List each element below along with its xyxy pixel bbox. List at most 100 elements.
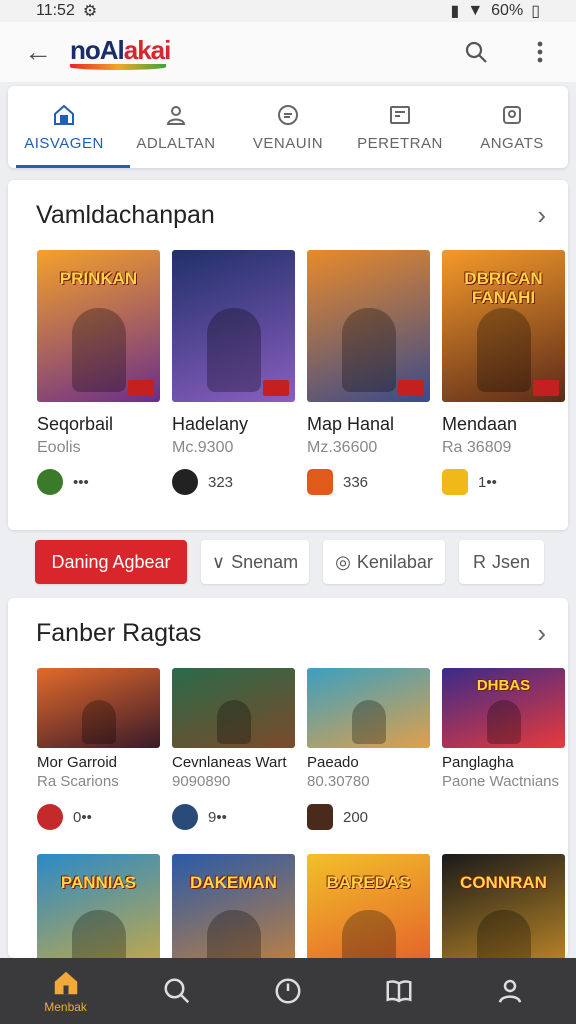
game-subtitle: Paone Wactnians	[442, 773, 560, 790]
search-icon[interactable]	[462, 38, 490, 66]
signal-icon: ▮	[450, 3, 460, 20]
logo-part2: akai	[123, 34, 172, 65]
nav-library[interactable]	[359, 976, 439, 1006]
thumbnail-title: DHBAS	[476, 677, 531, 694]
section-title: Vamldachanpan	[36, 200, 215, 229]
thumbnail-badge	[128, 380, 154, 396]
nav-search[interactable]	[137, 976, 217, 1006]
meta-text: 323	[208, 473, 234, 491]
tab-peretran[interactable]: PERETRAN	[344, 86, 456, 168]
chevron-down-icon: ∨	[211, 551, 226, 572]
target-icon: ◎	[335, 551, 351, 572]
home-icon	[54, 971, 77, 995]
nav-clock[interactable]	[248, 976, 328, 1006]
game-name: Cevnlaneas Wart	[172, 754, 287, 771]
chip-jsen[interactable]: R Jsen	[459, 540, 544, 584]
game-thumbnail	[172, 668, 295, 748]
game-card[interactable]: DHBAS Panglagha Paone Wactnians	[442, 668, 565, 830]
settings-icon: ⚙	[82, 3, 98, 20]
game-subtitle: Mz.36600	[307, 439, 378, 456]
game-card[interactable]: Map Hanal Mz.36600 336	[307, 250, 430, 495]
game-name: Seqorbail	[37, 414, 114, 434]
bottom-nav: Menbak	[0, 958, 576, 1024]
meta-text: •••	[73, 473, 89, 491]
meta-text: 336	[343, 473, 369, 491]
game-meta: 200	[307, 804, 430, 830]
tab-adlaltan[interactable]: ADLALTAN	[120, 86, 232, 168]
game-card[interactable]: Hadelany Mc.9300 323	[172, 250, 295, 495]
game-card[interactable]: DBRICAN FANAHI Mendaan Ra 36809 1••	[442, 250, 565, 495]
character-art	[206, 308, 261, 392]
section-title: Fanber Ragtas	[36, 618, 202, 647]
publisher-avatar	[442, 469, 468, 495]
badge-icon	[278, 104, 298, 125]
status-bar: 11:52 ⚙ ▮ ▼ 60% ▯	[0, 0, 576, 22]
battery-icon: ▯	[531, 3, 540, 20]
character-art	[341, 308, 396, 392]
chip-label: Kenilabar	[356, 551, 433, 572]
logo-part1: noAl	[70, 34, 125, 65]
publisher-avatar	[37, 804, 63, 830]
game-grid: PRINKAN Seqorbail Eoolis ••• Hadelany Mc.9300…	[8, 250, 568, 495]
chevron-right-icon[interactable]: ›	[537, 618, 546, 649]
tab-venauin[interactable]: VENAUIN	[232, 86, 344, 168]
character-art	[351, 700, 386, 744]
chip-prefix: R	[472, 551, 486, 572]
meta-text: 1••	[478, 473, 497, 491]
profile-icon	[499, 979, 522, 1003]
game-thumbnail: DHBAS	[442, 668, 565, 748]
game-name: Mendaan	[442, 414, 518, 434]
meta-text: 9••	[208, 808, 227, 826]
character-art	[486, 700, 521, 744]
game-card[interactable]: PRINKAN Seqorbail Eoolis •••	[37, 250, 160, 495]
app-logo: noAlakai	[70, 34, 172, 70]
game-card[interactable]: Paeado 80.30780 200	[307, 668, 430, 830]
chip-label: Jsen	[491, 551, 531, 572]
chevron-right-icon[interactable]: ›	[537, 200, 546, 231]
thumbnail-title: DBRICAN FANAHI	[464, 269, 543, 307]
game-name: Mor Garroid	[37, 754, 118, 771]
back-arrow-icon[interactable]: ←	[24, 36, 60, 68]
publisher-avatar	[37, 469, 63, 495]
tab-aisvagen[interactable]: AISVAGEN	[8, 86, 120, 168]
game-name: Hadelany	[172, 414, 249, 434]
wifi-icon: ▼	[467, 2, 484, 19]
logo-swoosh	[70, 63, 166, 70]
publisher-avatar	[442, 804, 468, 830]
tab-label: ADLALTAN	[136, 134, 216, 152]
publisher-avatar	[307, 469, 333, 495]
game-thumbnail: PRINKAN	[37, 250, 160, 402]
more-vert-icon[interactable]	[526, 38, 554, 66]
meta-text: 0••	[73, 808, 92, 826]
app-bar: ← noAlakai	[0, 22, 576, 82]
character-art	[476, 308, 531, 392]
meta-text: 200	[343, 808, 369, 826]
tab-angats[interactable]: ANGATS	[456, 86, 568, 168]
nav-profile[interactable]	[470, 976, 550, 1006]
thumbnail-badge	[533, 380, 559, 396]
popular-section: Fanber Ragtas › Mor Garroid Ra Scarions 0•…	[8, 598, 568, 1004]
game-subtitle: 9090890	[172, 773, 231, 790]
game-thumbnail	[307, 250, 430, 402]
chip-kenilabar[interactable]: ◎ Kenilabar	[323, 540, 445, 584]
thumbnail-title: PRINKAN	[59, 269, 138, 288]
game-meta: 336	[307, 469, 430, 495]
chip-snenam[interactable]: ∨ Snenam	[201, 540, 309, 584]
game-card[interactable]: Cevnlaneas Wart 9090890 9••	[172, 668, 295, 830]
active-tab-indicator	[16, 165, 130, 168]
game-subtitle: 80.30780	[307, 773, 370, 790]
game-name: Map Hanal	[307, 414, 395, 434]
nav-home[interactable]: Menbak	[26, 968, 106, 1014]
game-thumbnail	[172, 250, 295, 402]
publisher-avatar	[172, 804, 198, 830]
chip-primary[interactable]: Daning Agbear	[35, 540, 187, 584]
tab-label: ANGATS	[480, 134, 544, 152]
game-subtitle: Ra 36809	[442, 439, 512, 456]
chip-label: Snenam	[231, 551, 299, 572]
game-thumbnail	[37, 668, 160, 748]
filter-chips: Daning Agbear ∨ Snenam ◎ Kenilabar R Jse…	[35, 540, 544, 584]
game-thumbnail	[307, 668, 430, 748]
board-icon	[390, 105, 410, 124]
tag-icon	[503, 105, 521, 124]
game-card[interactable]: Mor Garroid Ra Scarions 0••	[37, 668, 160, 830]
